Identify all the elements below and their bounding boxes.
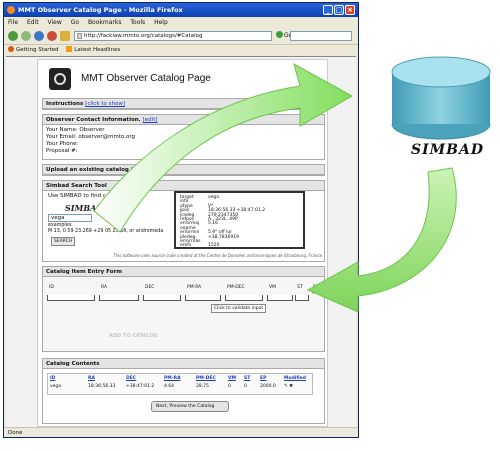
- result-arrow: [306, 167, 457, 313]
- query-arrow: [93, 62, 354, 233]
- database-label: SIMBAD: [411, 142, 484, 158]
- diagram-overlay: [93, 56, 491, 313]
- database-icon: [391, 56, 491, 140]
